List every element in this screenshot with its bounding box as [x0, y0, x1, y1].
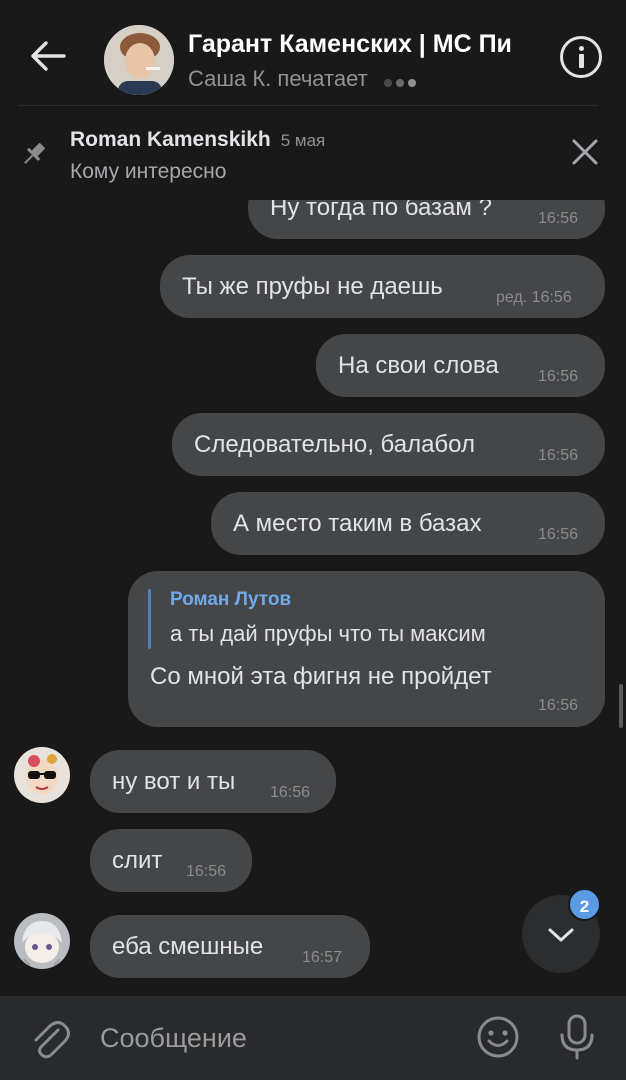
typing-status-text: Саша К. печатает	[188, 66, 368, 91]
message-bubble[interactable]: еба смешные 16:57	[90, 915, 370, 978]
avatar-image	[14, 913, 70, 969]
message-bubble[interactable]: слит 16:56	[90, 829, 252, 892]
sender-avatar[interactable]	[14, 747, 70, 803]
pinned-message[interactable]: Roman Kamenskikh 5 мая Кому интересно	[0, 118, 626, 200]
message-time: 16:56	[538, 210, 579, 227]
message-input[interactable]	[100, 1018, 460, 1058]
message-text: На свои слова	[338, 352, 499, 379]
message-composer	[0, 996, 626, 1080]
message-time: 16:56	[270, 784, 311, 801]
message-bubble[interactable]: А место таким в базах 16:56	[211, 492, 605, 555]
pinned-text: Кому интересно	[70, 160, 227, 183]
message-bubble[interactable]: На свои слова 16:56	[316, 334, 605, 397]
message-bubble[interactable]: Ну тогда по базам ? 16:56	[248, 200, 605, 239]
reply-text[interactable]: а ты дай пруфы что ты максим	[170, 621, 486, 647]
typing-dots-icon	[383, 67, 420, 93]
message-text: Ты же пруфы не даешь	[182, 273, 443, 300]
arrow-left-icon[interactable]	[28, 36, 68, 76]
header-divider	[18, 105, 598, 106]
typing-status: Саша К. печатает	[188, 66, 420, 93]
message-text: А место таким в базах	[233, 510, 482, 537]
message-time: 16:56	[538, 368, 579, 385]
message-time: 16:56	[186, 863, 227, 880]
pinned-author: Roman Kamenskikh 5 мая	[70, 128, 325, 152]
paperclip-icon[interactable]	[28, 1016, 70, 1060]
close-icon[interactable]	[568, 135, 602, 169]
info-icon[interactable]	[560, 36, 602, 78]
microphone-icon[interactable]	[556, 1013, 598, 1061]
message-time: 16:56	[538, 697, 579, 714]
emoji-icon[interactable]	[476, 1015, 520, 1059]
message-text: Ну тогда по базам ?	[270, 200, 492, 221]
message-bubble[interactable]: ну вот и ты 16:56	[90, 750, 336, 813]
message-feed[interactable]: Ну тогда по базам ? 16:56 Ты же пруфы не…	[0, 200, 626, 996]
message-bubble[interactable]: Следовательно, балабол 16:56	[172, 413, 605, 476]
scrollbar[interactable]	[619, 684, 623, 728]
pinned-date: 5 мая	[280, 131, 326, 150]
message-text: Со мной эта фигня не пройдет	[150, 663, 492, 690]
message-bubble-reply[interactable]: Роман Лутов а ты дай пруфы что ты максим…	[128, 571, 605, 727]
message-text: ну вот и ты	[112, 768, 236, 795]
reply-author[interactable]: Роман Лутов	[170, 589, 291, 611]
pin-icon	[24, 143, 45, 164]
message-time: 16:56	[538, 526, 579, 543]
message-text: Следовательно, балабол	[194, 431, 475, 458]
chat-avatar[interactable]	[104, 25, 174, 95]
sender-avatar[interactable]	[14, 913, 70, 969]
chat-title[interactable]: Гарант Каменских | МС Пи	[188, 30, 538, 59]
message-text: слит	[112, 847, 163, 874]
message-text: еба смешные	[112, 933, 264, 960]
message-bubble[interactable]: Ты же пруфы не даешь ред. 16:56	[160, 255, 605, 318]
message-time: 16:57	[302, 949, 343, 966]
chat-header: Гарант Каменских | МС Пи Саша К. печатае…	[0, 0, 626, 110]
reply-bar	[148, 589, 151, 649]
message-time: 16:56	[538, 447, 579, 464]
message-time: ред. 16:56	[496, 289, 572, 306]
pinned-author-name: Roman Kamenskikh	[70, 128, 271, 151]
avatar-photo	[104, 25, 174, 95]
unread-count-badge: 2	[568, 888, 601, 921]
avatar-image	[14, 747, 70, 803]
